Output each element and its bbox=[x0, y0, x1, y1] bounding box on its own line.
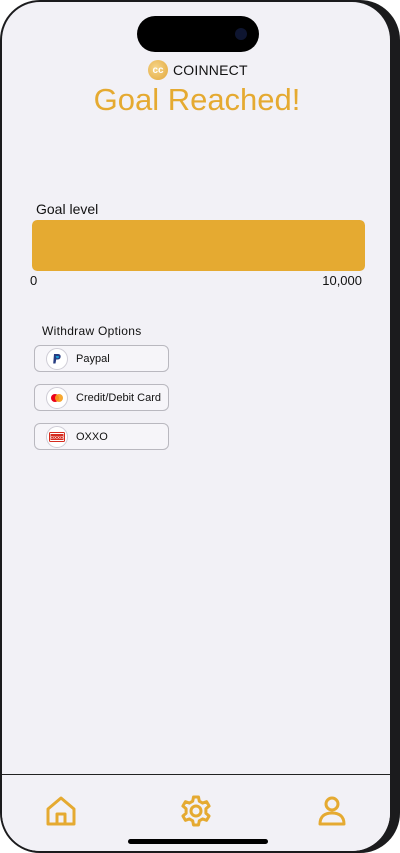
brand-name: COINNECT bbox=[173, 62, 248, 78]
phone-frame: cc COINNECT Goal Reached! Goal level 0 1… bbox=[0, 0, 400, 853]
withdraw-option-label: Paypal bbox=[76, 352, 110, 365]
page-title: Goal Reached! bbox=[93, 82, 301, 117]
withdraw-option-label: Credit/Debit Card bbox=[76, 391, 161, 404]
mastercard-icon bbox=[46, 386, 68, 409]
withdraw-option-paypal[interactable]: Paypal bbox=[34, 345, 169, 372]
app-screen: cc COINNECT Goal Reached! Goal level 0 1… bbox=[2, 2, 390, 851]
goal-max-label: 10,000 bbox=[322, 273, 362, 288]
nav-home-button[interactable] bbox=[43, 793, 79, 829]
nav-settings-button[interactable] bbox=[178, 793, 214, 829]
oxxo-icon: OXXO bbox=[46, 425, 68, 448]
goal-progress-bar bbox=[32, 220, 365, 271]
goal-level-label: Goal level bbox=[36, 201, 99, 217]
svg-text:OXXO: OXXO bbox=[50, 434, 64, 439]
withdraw-options-list: Paypal Credit/Debit Card OXXO OXXO bbox=[34, 345, 169, 462]
coinnect-logo-icon: cc bbox=[148, 60, 168, 80]
withdraw-option-card[interactable]: Credit/Debit Card bbox=[34, 384, 169, 411]
user-icon bbox=[318, 796, 346, 826]
goal-min-label: 0 bbox=[30, 273, 38, 288]
home-icon bbox=[46, 796, 76, 826]
withdraw-option-oxxo[interactable]: OXXO OXXO bbox=[34, 423, 169, 450]
camera-icon bbox=[235, 28, 247, 40]
gear-icon bbox=[181, 795, 211, 827]
home-indicator bbox=[128, 839, 268, 844]
withdraw-option-label: OXXO bbox=[76, 430, 108, 443]
brand: cc COINNECT bbox=[148, 60, 248, 80]
withdraw-options-title: Withdraw Options bbox=[42, 324, 142, 338]
goal-progress-fill bbox=[32, 220, 365, 271]
dynamic-island bbox=[137, 16, 259, 52]
paypal-icon bbox=[46, 347, 68, 370]
nav-profile-button[interactable] bbox=[314, 793, 350, 829]
